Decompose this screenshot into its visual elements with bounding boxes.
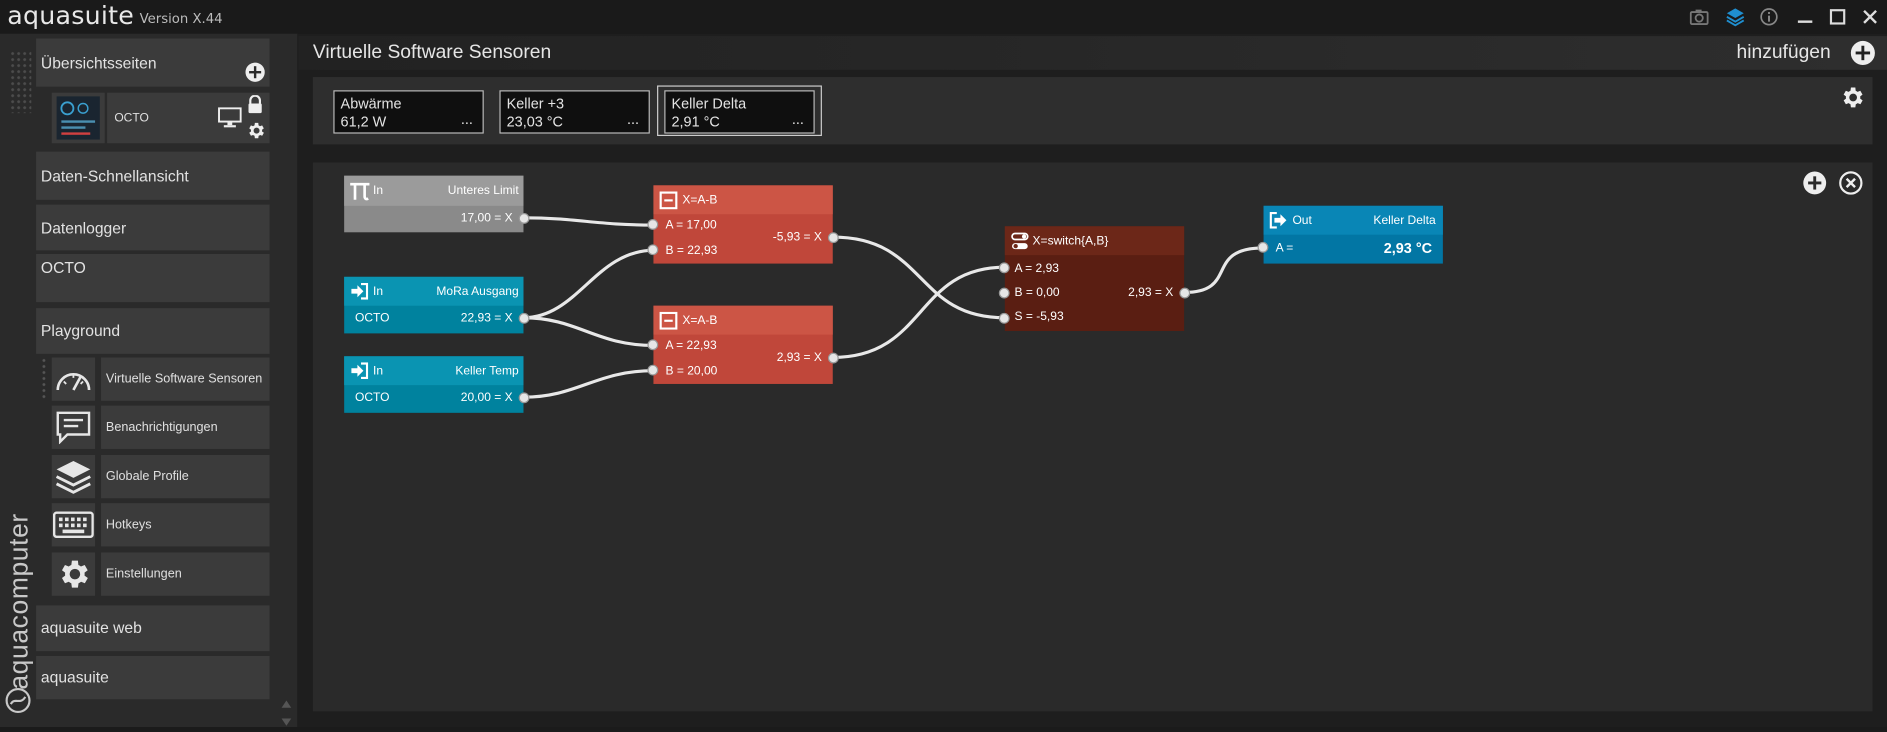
node-input-port-b[interactable] <box>998 287 1010 299</box>
wire-limit-to-sub1-a <box>521 216 656 227</box>
node-input-port-a[interactable] <box>647 339 659 351</box>
node-output-port[interactable] <box>518 392 530 404</box>
node-output-port[interactable] <box>827 232 839 244</box>
node-title: X=switch{A,B} <box>1032 234 1109 248</box>
node-output-port[interactable] <box>518 312 530 324</box>
node-input-b: B = 22,93 <box>665 244 718 258</box>
node-output-port[interactable] <box>827 352 839 364</box>
node-input-port-s[interactable] <box>998 312 1010 324</box>
node-type: In <box>373 285 384 299</box>
node-input-mora[interactable]: In MoRa Ausgang OCTO 22,93 = X <box>344 276 530 334</box>
node-title: X=A-B <box>682 193 718 208</box>
node-input-s: S = -5,93 <box>1014 310 1064 324</box>
wire-mora-to-sub2-a <box>521 316 656 347</box>
node-input-port-a[interactable] <box>998 262 1010 274</box>
node-input-b: B = 0,00 <box>1014 286 1060 300</box>
node-input-a: A = <box>1275 241 1294 256</box>
sign-in-icon <box>351 282 369 300</box>
node-input-port-a[interactable] <box>647 219 659 230</box>
minus-box-icon <box>659 191 678 210</box>
node-output-value: 2,93 = X <box>776 351 822 365</box>
node-subtract-1[interactable]: X=A-B A = 17,00 B = 22,93 -5,93 = X <box>647 185 839 264</box>
node-name: MoRa Ausgang <box>436 285 519 299</box>
node-name: Keller Delta <box>1373 214 1436 228</box>
wire-keller-to-sub2-b <box>521 369 656 399</box>
node-input-port-b[interactable] <box>647 364 659 376</box>
node-name: Unteres Limit <box>447 184 519 198</box>
node-input-port-b[interactable] <box>647 244 659 256</box>
node-output-value: 20,00 = X <box>460 391 513 405</box>
node-input-b: B = 20,00 <box>665 364 718 378</box>
node-subtract-2[interactable]: X=A-B A = 22,93 B = 20,00 2,93 = X <box>647 305 839 384</box>
node-output-value: 22,93 = X <box>460 311 513 325</box>
node-output-keller-delta[interactable]: Out Keller Delta A = 2,93 °C <box>1257 205 1443 264</box>
node-output-value: 17,00 = X <box>460 211 513 226</box>
node-type: Out <box>1292 214 1312 228</box>
node-switch[interactable]: X=switch{A,B} A = 2,93 B = 0,00 S = -5,9… <box>998 226 1191 331</box>
minus-box-icon <box>659 311 678 330</box>
node-output-value: 2,93 = X <box>1128 286 1174 300</box>
node-source: OCTO <box>355 311 390 325</box>
node-constant-limit[interactable]: In Unteres Limit 17,00 = X <box>344 175 530 233</box>
wire-switch-to-output <box>1182 246 1266 295</box>
node-type: In <box>373 364 384 378</box>
sign-out-icon <box>1269 211 1287 229</box>
wire-sub2-to-switch-a <box>831 265 1007 360</box>
node-output-port[interactable] <box>518 213 530 224</box>
node-output-value: -5,93 = X <box>772 231 822 245</box>
node-output-port[interactable] <box>1179 287 1191 299</box>
node-output-value: 2,93 °C <box>1383 239 1433 257</box>
node-title: X=A-B <box>682 314 718 328</box>
node-source: OCTO <box>355 391 390 405</box>
node-input-a: A = 17,00 <box>665 219 717 233</box>
node-input-port-a[interactable] <box>1257 241 1269 253</box>
node-input-keller-temp[interactable]: In Keller Temp OCTO 20,00 = X <box>344 356 530 413</box>
node-type: In <box>373 184 384 198</box>
node-name: Keller Temp <box>455 364 519 378</box>
toggle-switch-icon <box>1011 232 1029 250</box>
connection-wires <box>521 216 1266 399</box>
pi-icon <box>350 182 370 201</box>
node-input-a: A = 22,93 <box>665 339 717 353</box>
sign-in-icon <box>351 362 369 380</box>
node-input-a: A = 2,93 <box>1014 262 1059 276</box>
wire-sub1-to-switch-s <box>831 235 1007 320</box>
wire-mora-to-sub1-b <box>521 248 656 320</box>
